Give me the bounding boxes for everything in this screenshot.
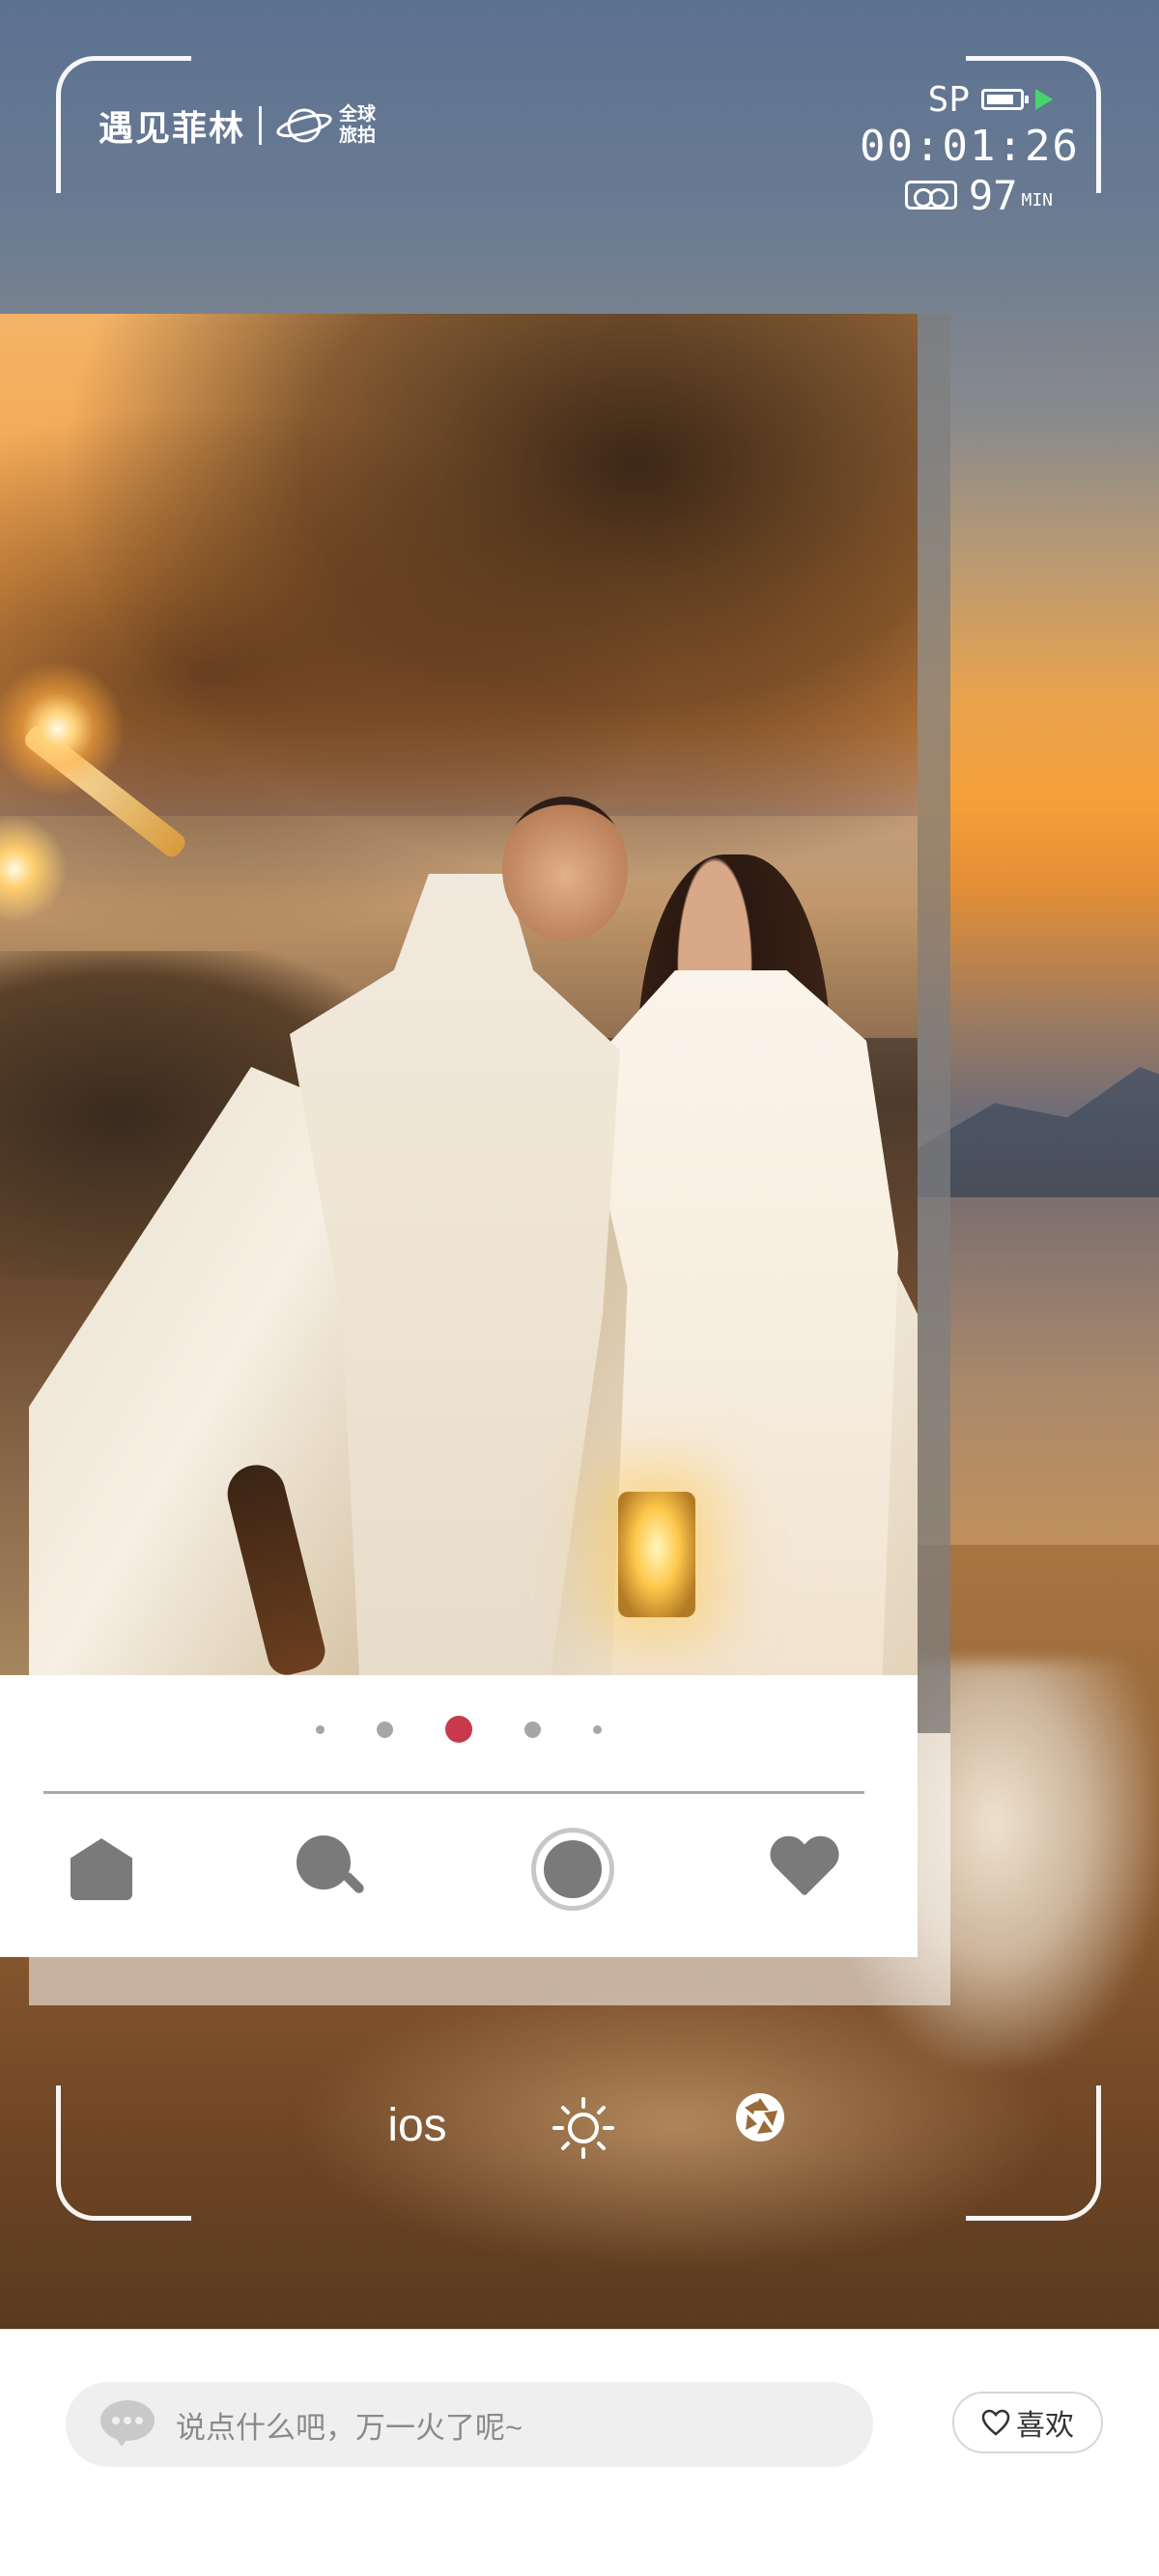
heart-icon	[769, 1837, 838, 1901]
brand-logo: 遇见菲林 全球旅拍	[99, 97, 378, 154]
frame-corner-bottom-right	[966, 2086, 1101, 2221]
card-edge-shadow	[918, 314, 950, 1733]
remaining-unit: MIN	[1021, 190, 1053, 210]
comment-bar: 说点什么吧，万一火了呢~ 喜欢	[0, 2329, 1159, 2576]
photo-lantern	[618, 1492, 695, 1617]
photo-card	[0, 314, 918, 1957]
wedding-photo[interactable]	[0, 314, 918, 1675]
chat-bubble-icon	[100, 2400, 155, 2449]
home-icon	[71, 1838, 132, 1900]
photo-palm-leaves	[0, 314, 918, 951]
camera-mode-label[interactable]: ios	[379, 2099, 456, 2157]
comment-input[interactable]: 说点什么吧，万一火了呢~	[66, 2382, 873, 2467]
timecode: 00:01:26	[860, 122, 1080, 171]
play-icon	[1035, 89, 1053, 110]
pager-dot-active[interactable]	[445, 1716, 472, 1743]
battery-icon	[981, 89, 1029, 110]
search-icon	[297, 1835, 366, 1903]
pager-dots	[0, 1716, 918, 1743]
tape-icon	[904, 181, 957, 210]
logo-divider	[259, 106, 263, 145]
tab-search[interactable]	[287, 1826, 374, 1913]
aperture-icon[interactable]	[734, 2091, 786, 2143]
record-mode: SP	[927, 79, 970, 120]
brand-name: 遇见菲林	[99, 108, 246, 148]
recording-hud: SP 00:01:26 97 MIN	[860, 77, 1080, 219]
like-button[interactable]: 喜欢	[952, 2392, 1103, 2453]
brand-subtitle: 全球旅拍	[339, 104, 377, 146]
pager-dot[interactable]	[316, 1724, 325, 1734]
tab-home[interactable]	[58, 1826, 145, 1913]
pager-dot[interactable]	[593, 1724, 602, 1734]
sun-icon[interactable]	[551, 2095, 616, 2161]
tab-camera[interactable]	[529, 1826, 616, 1913]
shutter-icon	[531, 1828, 614, 1911]
pager-dot[interactable]	[377, 1721, 393, 1738]
frame-corner-bottom-left	[56, 2086, 191, 2221]
remaining-minutes: 97	[968, 171, 1018, 219]
planet-icon	[276, 108, 332, 143]
pager-dot[interactable]	[524, 1721, 541, 1738]
heart-outline-icon	[981, 2409, 1010, 2436]
photo-groom-head	[502, 797, 628, 941]
tab-favorites[interactable]	[760, 1826, 847, 1913]
comment-placeholder: 说点什么吧，万一火了呢~	[176, 2410, 523, 2445]
divider	[43, 1791, 864, 1794]
like-label: 喜欢	[1016, 2410, 1074, 2442]
